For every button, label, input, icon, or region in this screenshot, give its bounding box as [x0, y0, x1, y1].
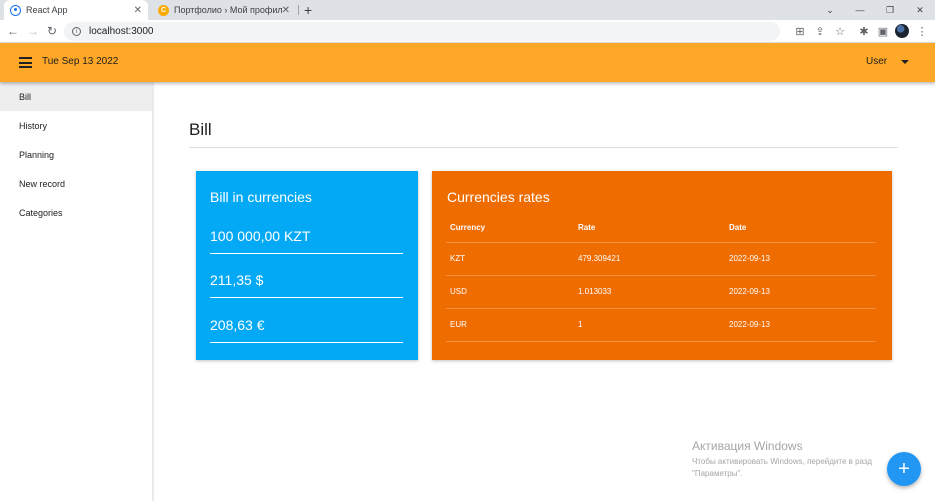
sidebar-item-new-record[interactable]: New record [0, 169, 152, 198]
browser-tab-bar: React App ✕ C Портфолио › Мой профиль ✕ … [0, 0, 935, 20]
sidebar-item-bill[interactable]: Bill [0, 82, 152, 111]
restore-icon[interactable]: ❐ [875, 0, 905, 20]
table-row: KZT 479.309421 2022-09-13 [446, 242, 876, 276]
sidebar: Bill History Planning New record Categor… [0, 82, 153, 501]
react-icon [10, 4, 21, 16]
close-icon[interactable]: ✕ [282, 5, 290, 16]
back-icon[interactable]: ← [5, 23, 21, 39]
currency-cell: KZT [446, 242, 574, 276]
share-icon[interactable]: ⇪ [812, 23, 828, 39]
currency-cell: USD [446, 275, 574, 309]
close-window-icon[interactable]: ✕ [905, 0, 935, 20]
reload-icon[interactable]: ↻ [44, 23, 60, 39]
new-tab-icon[interactable]: + [304, 2, 312, 18]
address-bar[interactable]: i localhost:3000 [64, 22, 780, 41]
tab-title: React App [26, 5, 68, 15]
chevron-down-icon[interactable]: ⌄ [815, 0, 845, 20]
header-date: Tue Sep 13 2022 [42, 56, 119, 67]
tab-title: Портфолио › Мой профиль [174, 5, 282, 15]
sidebar-item-history[interactable]: History [0, 111, 152, 140]
amount-value: 208,63 € [210, 317, 265, 333]
watermark-line: "Параметры". [692, 469, 743, 478]
sidebar-item-planning[interactable]: Planning [0, 140, 152, 169]
column-header: Rate [574, 214, 725, 243]
divider [189, 147, 898, 148]
rate-cell: 1 [574, 308, 725, 342]
tab-react-app[interactable]: React App ✕ [4, 0, 148, 20]
amount-value: 211,35 $ [210, 272, 264, 288]
date-cell: 2022-09-13 [725, 242, 876, 276]
minimize-icon[interactable]: — [845, 0, 875, 20]
table-row: EUR 1 2022-09-13 [446, 308, 876, 342]
rate-cell: 479.309421 [574, 242, 725, 276]
star-icon[interactable]: ☆ [832, 23, 848, 39]
more-icon[interactable]: ⋮ [914, 23, 930, 39]
sidebar-item-categories[interactable]: Categories [0, 198, 152, 227]
site-icon: C [158, 4, 169, 16]
user-label: User [866, 56, 888, 67]
table-header-row: Currency Rate Date [446, 214, 876, 243]
side-panel-icon[interactable]: ▣ [875, 23, 891, 39]
date-cell: 2022-09-13 [725, 275, 876, 309]
avatar[interactable] [895, 24, 909, 38]
currency-cell: EUR [446, 308, 574, 342]
rates-card-title: Currencies rates [447, 189, 550, 205]
browser-toolbar: ← → ↻ i localhost:3000 ⊞ ⇪ ☆ ✱ ▣ ⋮ [0, 20, 935, 43]
column-header: Date [725, 214, 876, 243]
url-text: localhost:3000 [89, 26, 154, 37]
column-header: Currency [446, 214, 574, 243]
translate-icon[interactable]: ⊞ [792, 23, 808, 39]
amount-row: 208,63 € [210, 317, 403, 343]
rates-card: Currencies rates Currency Rate Date KZT … [432, 171, 892, 360]
close-icon[interactable]: ✕ [134, 5, 142, 16]
date-cell: 2022-09-13 [725, 308, 876, 342]
bill-card: Bill in currencies 100 000,00 KZT 211,35… [196, 171, 418, 360]
app-header: Tue Sep 13 2022 User [0, 43, 935, 82]
watermark-line: Чтобы активировать Windows, перейдите в … [692, 457, 873, 466]
extensions-icon[interactable]: ✱ [856, 23, 872, 39]
user-menu[interactable]: User [866, 56, 910, 67]
watermark-title: Активация Windows [692, 439, 803, 453]
page-title: Bill [189, 120, 212, 139]
tab-portfolio[interactable]: C Портфолио › Мой профиль ✕ [152, 0, 296, 20]
bill-card-title: Bill in currencies [210, 189, 312, 205]
table-row: USD 1.013033 2022-09-13 [446, 275, 876, 309]
amount-row: 100 000,00 KZT [210, 228, 403, 254]
window-controls: ⌄ — ❐ ✕ [815, 0, 935, 20]
caret-down-icon [901, 59, 910, 64]
info-icon[interactable]: i [72, 27, 81, 36]
rate-cell: 1.013033 [574, 275, 725, 309]
menu-icon[interactable] [19, 57, 32, 68]
amount-value: 100 000,00 KZT [210, 228, 311, 244]
tab-separator [298, 5, 299, 15]
amount-row: 211,35 $ [210, 272, 403, 298]
forward-icon[interactable]: → [25, 23, 41, 39]
windows-activation-watermark: Активация Windows Чтобы активировать Win… [692, 439, 872, 480]
rates-table: Currency Rate Date KZT 479.309421 2022-0… [446, 214, 876, 342]
add-record-button[interactable]: + [887, 452, 921, 486]
